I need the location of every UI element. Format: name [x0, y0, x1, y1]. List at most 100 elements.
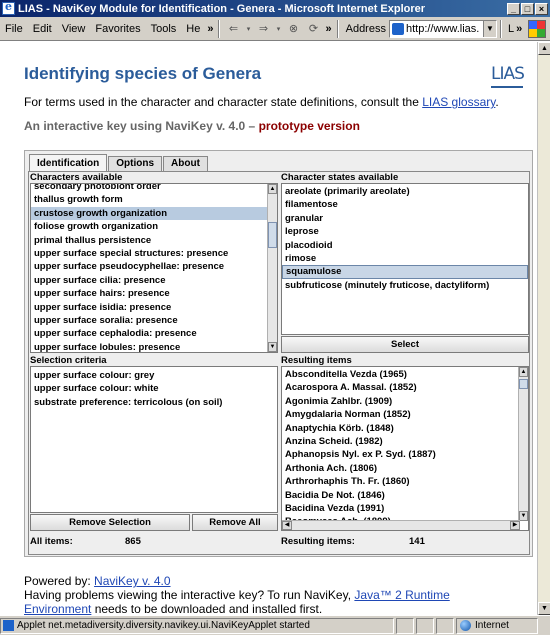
character-states-listbox[interactable]: areolate (primarily areolate) filamentos…	[281, 183, 529, 335]
character-item[interactable]: upper surface cilia: presence	[31, 274, 277, 287]
character-item[interactable]: upper surface cephalodia: presence	[31, 327, 277, 340]
remove-all-button[interactable]: Remove All	[192, 514, 278, 531]
links-overflow-chevron[interactable]: »	[514, 23, 524, 35]
intro-suffix: .	[495, 95, 499, 109]
security-zone[interactable]: Internet	[456, 617, 538, 634]
address-url[interactable]: http://www.lias.	[406, 23, 479, 35]
result-item[interactable]: Arthonia Ach. (1806)	[282, 462, 528, 475]
address-bar[interactable]: http://www.lias. ▼	[388, 19, 497, 38]
lias-logo[interactable]: LIAS	[491, 62, 525, 88]
result-item[interactable]: Aphanopsis Nyl. ex P. Syd. (1887)	[282, 448, 528, 461]
java-environment-link[interactable]: Environment	[24, 602, 91, 615]
state-item[interactable]: placodioid	[282, 239, 528, 252]
back-arrow-icon[interactable]: ⇐	[225, 21, 241, 37]
status-message: Applet net.metadiversity.diversity.navik…	[17, 620, 310, 631]
characters-listbox[interactable]: secondary photobiont order thallus growt…	[30, 183, 278, 353]
selection-criteria-listbox[interactable]: upper surface colour: grey upper surface…	[30, 366, 278, 513]
scroll-thumb[interactable]	[519, 379, 528, 389]
state-item[interactable]: filamentose	[282, 198, 528, 211]
page-title: Identifying species of Genera	[24, 64, 262, 83]
menu-help[interactable]: He	[181, 23, 205, 35]
state-item[interactable]: leprose	[282, 225, 528, 238]
subline: An interactive key using NaviKey v. 4.0 …	[24, 119, 360, 133]
page-content: Identifying species of Genera LIAS For t…	[0, 42, 537, 615]
state-item-selected[interactable]: squamulose	[282, 265, 528, 279]
criteria-item[interactable]: substrate preference: terricolous (on so…	[31, 396, 277, 409]
java-runtime-link[interactable]: Java™ 2 Runtime	[354, 588, 449, 602]
criteria-item[interactable]: upper surface colour: white	[31, 382, 277, 395]
character-item[interactable]: upper surface special structures: presen…	[31, 247, 277, 260]
result-item[interactable]: Bacidia De Not. (1846)	[282, 489, 528, 502]
scroll-up-arrow-icon[interactable]: ▲	[538, 42, 550, 55]
maximize-button[interactable]: □	[521, 2, 534, 15]
character-item-selected[interactable]: crustose growth organization	[31, 206, 277, 221]
results-horizontal-scrollbar[interactable]: ◀ ▶	[282, 520, 520, 530]
menu-view[interactable]: View	[57, 23, 91, 35]
status-message-area: Applet net.metadiversity.diversity.navik…	[0, 617, 394, 634]
toolbar-overflow-chevron[interactable]: »	[323, 23, 333, 35]
state-item[interactable]: granular	[282, 212, 528, 225]
character-item[interactable]: upper surface hairs: presence	[31, 287, 277, 300]
window-title: LIAS - NaviKey Module for Identification…	[18, 2, 426, 15]
criteria-item[interactable]: upper surface colour: grey	[31, 369, 277, 382]
scroll-down-arrow-icon[interactable]: ▼	[519, 511, 528, 521]
dropdown-icon[interactable]: ▾	[245, 21, 251, 37]
state-item[interactable]: areolate (primarily areolate)	[282, 185, 528, 198]
character-item[interactable]: upper surface pseudocyphellae: presence	[31, 260, 277, 273]
results-vertical-scrollbar[interactable]: ▲ ▼	[518, 367, 528, 521]
result-item[interactable]: Arthrorhaphis Th. Fr. (1860)	[282, 475, 528, 488]
menu-file[interactable]: File	[0, 23, 28, 35]
scroll-up-arrow-icon[interactable]: ▲	[268, 184, 277, 194]
result-item[interactable]: Amygdalaria Norman (1852)	[282, 408, 528, 421]
dropdown-icon[interactable]: ▾	[275, 21, 281, 37]
result-item[interactable]: Anaptychia Körb. (1848)	[282, 422, 528, 435]
refresh-icon[interactable]: ⟳	[305, 21, 321, 37]
scroll-down-arrow-icon[interactable]: ▼	[538, 602, 550, 615]
minimize-button[interactable]: _	[507, 2, 520, 15]
character-item[interactable]: foliose growth organization	[31, 220, 277, 233]
character-item[interactable]: thallus growth form	[31, 193, 277, 206]
address-dropdown-icon[interactable]: ▼	[482, 20, 496, 37]
navikey-link[interactable]: NaviKey v. 4.0	[94, 574, 170, 588]
character-item[interactable]: upper surface soralia: presence	[31, 314, 277, 327]
tab-about[interactable]: About	[163, 156, 208, 172]
character-item[interactable]: upper surface lobules: presence	[31, 341, 277, 352]
character-item[interactable]: secondary photobiont order	[31, 184, 277, 193]
forward-arrow-icon[interactable]: ⇒	[255, 21, 271, 37]
resize-grip-icon[interactable]	[538, 618, 550, 634]
result-item[interactable]: Agonimia Zahlbr. (1909)	[282, 395, 528, 408]
remove-selection-button[interactable]: Remove Selection	[30, 514, 190, 531]
result-item[interactable]: Anzina Scheid. (1982)	[282, 435, 528, 448]
result-item[interactable]: Acarospora A. Massal. (1852)	[282, 381, 528, 394]
status-cell	[416, 617, 434, 634]
browser-scrollbar[interactable]: ▲ ▼	[537, 42, 550, 615]
powered-by-prefix: Powered by:	[24, 574, 95, 588]
state-item[interactable]: rimose	[282, 252, 528, 265]
scroll-thumb[interactable]	[268, 222, 277, 248]
character-item[interactable]: primal thallus persistence	[31, 234, 277, 247]
tab-identification[interactable]: Identification	[29, 154, 108, 172]
scroll-left-arrow-icon[interactable]: ◀	[282, 521, 292, 530]
resulting-items-label: Resulting items	[281, 355, 352, 366]
status-cell	[436, 617, 454, 634]
close-button[interactable]: ×	[535, 2, 548, 15]
menu-tools[interactable]: Tools	[146, 23, 182, 35]
lias-glossary-link[interactable]: LIAS glossary	[422, 95, 495, 109]
scroll-up-arrow-icon[interactable]: ▲	[519, 367, 528, 377]
ie-app-icon[interactable]	[2, 0, 15, 15]
result-item[interactable]: Absconditella Vezda (1965)	[282, 368, 528, 381]
menu-edit[interactable]: Edit	[28, 23, 57, 35]
menu-favorites[interactable]: Favorites	[90, 23, 145, 35]
result-item[interactable]: Bacidina Vezda (1991)	[282, 502, 528, 515]
scroll-right-arrow-icon[interactable]: ▶	[510, 521, 520, 530]
tab-options[interactable]: Options	[108, 156, 163, 172]
menu-overflow-chevron[interactable]: »	[205, 23, 215, 35]
characters-scrollbar[interactable]: ▲ ▼	[267, 184, 277, 352]
scroll-down-arrow-icon[interactable]: ▼	[268, 342, 277, 352]
state-item[interactable]: subfruticose (minutely fruticose, dactyl…	[282, 279, 528, 292]
stop-icon[interactable]: ⊗	[285, 21, 301, 37]
select-button[interactable]: Select	[281, 336, 529, 353]
character-item[interactable]: upper surface isidia: presence	[31, 301, 277, 314]
resulting-items-listbox[interactable]: Absconditella Vezda (1965) Acarospora A.…	[281, 366, 529, 531]
windows-logo-icon	[528, 19, 547, 38]
